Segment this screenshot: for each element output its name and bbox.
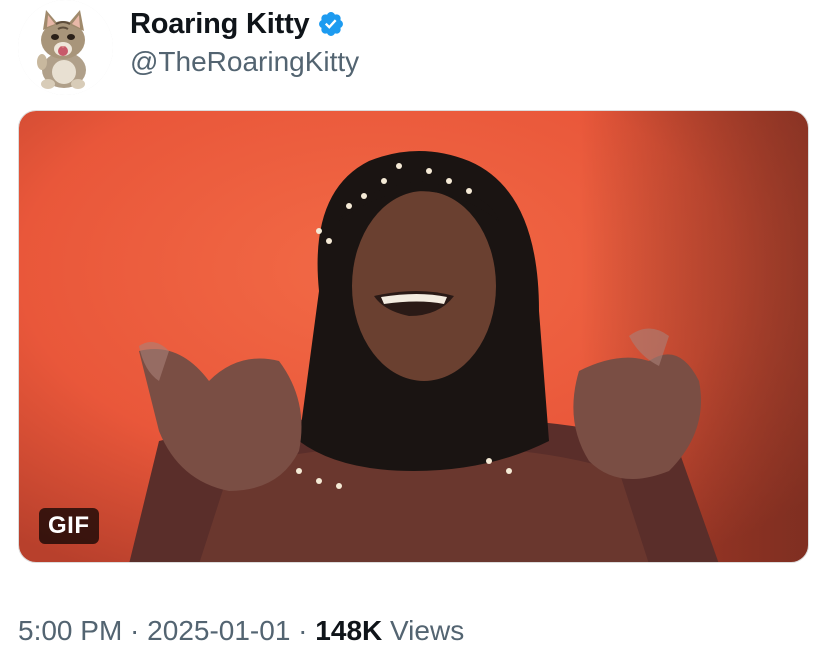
avatar[interactable] xyxy=(18,0,113,95)
tweet-date[interactable]: 2025-01-01 xyxy=(147,615,290,646)
gif-frame-image xyxy=(19,111,808,562)
gif-badge: GIF xyxy=(39,508,99,544)
view-count[interactable]: 148K xyxy=(315,615,382,646)
author-handle[interactable]: @TheRoaringKitty xyxy=(130,46,359,78)
views-label[interactable]: Views xyxy=(382,615,464,646)
author-display-name[interactable]: Roaring Kitty xyxy=(130,8,310,41)
tweet: Roaring Kitty @TheRoaringKitty GIF 5:00 … xyxy=(0,0,828,646)
gif-media[interactable]: GIF xyxy=(18,110,809,563)
verified-badge-icon[interactable] xyxy=(317,10,345,38)
meta-separator: · xyxy=(290,615,316,646)
tweet-time[interactable]: 5:00 PM xyxy=(18,615,122,646)
meta-separator: · xyxy=(122,615,148,646)
author-name-row: Roaring Kitty xyxy=(130,6,345,42)
tweet-meta: 5:00 PM · 2025-01-01 · 148K Views xyxy=(18,614,464,646)
kitten-avatar-icon xyxy=(18,0,113,95)
